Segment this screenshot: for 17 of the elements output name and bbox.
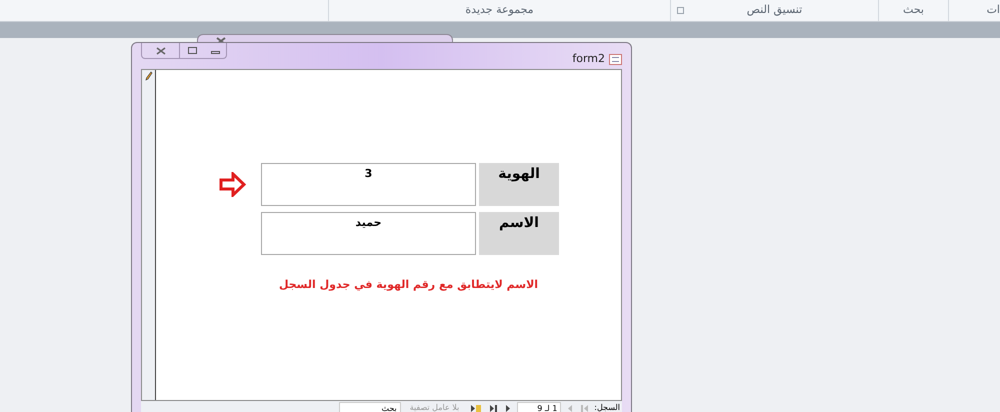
ribbon-group-label: مجموعة جديدة bbox=[465, 2, 534, 18]
record-label: السجل: bbox=[594, 404, 620, 412]
text-field[interactable]: حميد bbox=[261, 212, 476, 255]
record-position-field[interactable]: 1 لـ 9 bbox=[517, 402, 562, 412]
record-selector[interactable] bbox=[142, 70, 156, 400]
ribbon-group-label: بحث bbox=[903, 2, 924, 18]
close-icon bbox=[156, 46, 166, 54]
form-icon bbox=[609, 54, 622, 65]
text-field[interactable]: 3 bbox=[261, 163, 476, 206]
search-field[interactable]: بحث bbox=[338, 402, 401, 412]
field-label: الهوية bbox=[479, 163, 559, 206]
pencil-icon bbox=[144, 71, 152, 81]
ribbon-group-label: ات bbox=[986, 2, 1000, 18]
ribbon-group-label: تنسيق النص bbox=[746, 2, 802, 18]
error-message: الاسم لايتطابق مع رقم الهوية في جدول السجل bbox=[278, 278, 538, 291]
window-title: form2 bbox=[572, 51, 605, 67]
field-label: الاسم bbox=[479, 212, 559, 255]
